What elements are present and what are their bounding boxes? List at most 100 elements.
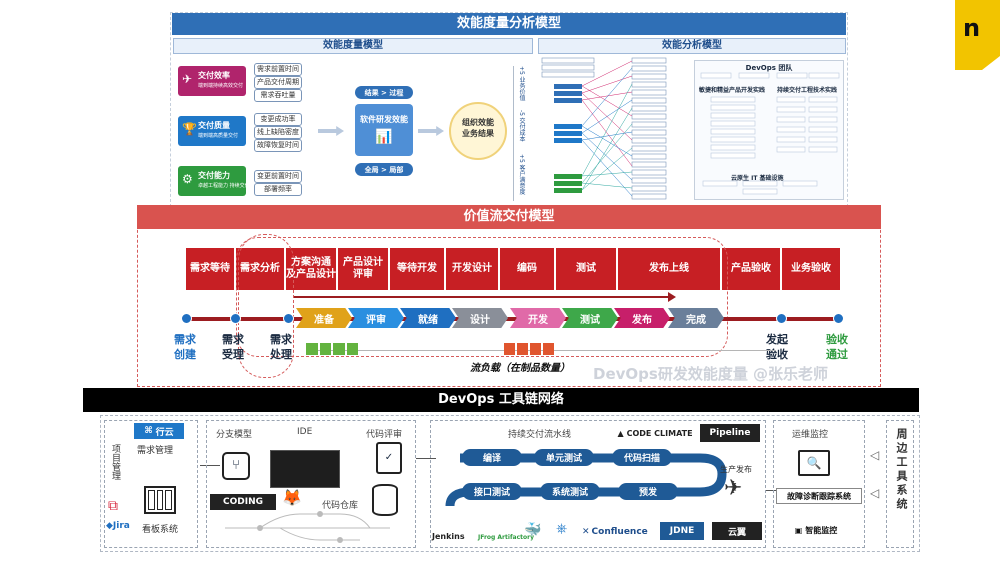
watermark: DevOps研发效能度量 @张乐老师 bbox=[593, 365, 829, 383]
milestone-dot bbox=[833, 313, 844, 324]
vs-stage-chevron: 完成 bbox=[668, 308, 724, 328]
arrow-left-icon: ◁ bbox=[870, 486, 880, 500]
pm-label: 项目管理 bbox=[110, 444, 120, 480]
chart-icon: 📊 bbox=[375, 129, 393, 145]
smart-monitor: ▣ 智能监控 bbox=[786, 522, 846, 538]
vs-stage-chevron: 测试 bbox=[562, 308, 618, 328]
release-label: 生产发布 bbox=[720, 465, 752, 474]
vs-header-cell: 产品验收 bbox=[722, 248, 780, 290]
card-sub: 卓越工程能力 持续交付 bbox=[198, 183, 250, 189]
jenkins-logo: Jenkins bbox=[432, 532, 465, 541]
vs-stage-chevron: 设计 bbox=[452, 308, 508, 328]
trophy-icon: 🏆 bbox=[182, 122, 197, 136]
vs-stage-chevron: 发布 bbox=[614, 308, 670, 328]
jdne-text: JDNE bbox=[669, 526, 695, 536]
gitlab-icon: 🦊 bbox=[282, 488, 302, 507]
center-top-tag: 结果 > 过程 bbox=[355, 86, 413, 99]
kanban-icon bbox=[144, 486, 176, 514]
wip-green bbox=[306, 343, 358, 355]
xingyun-icon: ⌘ bbox=[144, 426, 153, 436]
fault-system: 故障诊断跟踪系统 bbox=[776, 488, 862, 504]
right-model-title: 效能分析模型 bbox=[538, 38, 846, 54]
side-label: +5 业务价值 bbox=[518, 66, 525, 101]
metric-pill: 变更前置时间 bbox=[254, 170, 302, 183]
vs-milestone-label: 验收 通过 bbox=[826, 333, 848, 361]
top-title: 效能度量分析模型 bbox=[172, 13, 846, 35]
ci-node: 代码扫描 bbox=[612, 449, 672, 466]
center-box: 软件研发效能 📊 bbox=[355, 104, 413, 156]
card-sub: 端到端持续高效交付 bbox=[198, 83, 244, 89]
k8s-icon: ⎈ bbox=[556, 521, 568, 537]
pipeline-text: Pipeline bbox=[709, 428, 751, 438]
metric-pill: 产品交付周期 bbox=[254, 76, 302, 89]
git-graph bbox=[225, 511, 390, 543]
confluence-icon: ✕ bbox=[582, 527, 590, 537]
center-label: 软件研发效能 bbox=[360, 115, 408, 124]
timeline-arrow bbox=[294, 296, 672, 298]
milestone-dot bbox=[776, 313, 787, 324]
milestone-dot bbox=[181, 313, 192, 324]
req-mgmt-label: 需求管理 bbox=[137, 446, 174, 456]
wip-red bbox=[504, 343, 554, 355]
kanban-label: 看板系统 bbox=[142, 525, 179, 535]
pipeline-logo: Pipeline bbox=[700, 424, 760, 442]
ops-label: 运维监控 bbox=[792, 430, 829, 440]
ci-node: 单元测试 bbox=[534, 449, 594, 466]
card-label: 交付质量 bbox=[198, 121, 230, 130]
jira-like-icon: ⧉ bbox=[108, 498, 118, 514]
center-bottom-tag: 全局 > 局部 bbox=[355, 163, 413, 176]
vs-stage-chevron: 准备 bbox=[296, 308, 352, 328]
card-label: 交付能力 bbox=[198, 171, 230, 180]
monitor-icon: 🔍 bbox=[798, 450, 830, 476]
branch-icon: ⑂ bbox=[222, 452, 250, 480]
jdne-logo: JDNE bbox=[660, 522, 704, 540]
plane-icon: ✈ bbox=[182, 72, 193, 86]
smart-text: 智能监控 bbox=[805, 525, 838, 535]
vs-header-cell: 需求等待 bbox=[186, 248, 234, 290]
ci-node: 接口测试 bbox=[462, 483, 522, 500]
metric-pill: 需求吞吐量 bbox=[254, 89, 302, 102]
periph-label: 周边工具系统 bbox=[895, 428, 908, 512]
ide-screenshot bbox=[270, 450, 340, 488]
card-label: 交付效率 bbox=[198, 71, 230, 80]
value-stream-title: 价值流交付模型 bbox=[137, 205, 881, 229]
metric-pill: 故障恢复时间 bbox=[254, 139, 302, 152]
review-label: 代码评审 bbox=[366, 430, 403, 440]
yunyi-logo: 云翼 bbox=[712, 522, 762, 540]
vs-stage-chevron: 开发 bbox=[510, 308, 566, 328]
fault-text: 故障诊断跟踪系统 bbox=[787, 491, 851, 501]
docker-icon: 🐳 bbox=[524, 522, 542, 538]
ci-node: 系统测试 bbox=[540, 483, 600, 500]
review-icon: ✓ bbox=[376, 442, 402, 474]
vs-stage-chevron: 就绪 bbox=[400, 308, 456, 328]
arrow-head-icon bbox=[668, 292, 676, 302]
release-icon: ✈ bbox=[724, 476, 743, 501]
jenkins-text: Jenkins bbox=[432, 532, 465, 541]
left-model-title: 效能度量模型 bbox=[173, 38, 533, 54]
jira-text: Jira bbox=[112, 521, 130, 531]
org-circle: 组织效能 业务结果 bbox=[449, 102, 507, 160]
xingyun-text: 行云 bbox=[155, 427, 174, 438]
side-label: +5 客户满意度 bbox=[518, 154, 525, 195]
metric-pill: 线上缺陷密度 bbox=[254, 126, 302, 139]
ci-node: 编译 bbox=[462, 449, 522, 466]
codeclimate-icon: ▲ bbox=[617, 428, 624, 438]
side-labels: +5 业务价值 -5 交付成本 +5 客户满意度 bbox=[513, 66, 529, 201]
gear-icon: ⚙ bbox=[182, 172, 193, 186]
jira-icon: ◆ bbox=[106, 521, 113, 531]
confluence-text: Confluence bbox=[591, 527, 648, 537]
ci-label: 持续交付流水线 bbox=[508, 430, 572, 440]
card-quality: 🏆 交付质量 端到端高质量交付 bbox=[178, 116, 246, 146]
coding-text: CODING bbox=[223, 497, 263, 507]
toolchain-title: DevOps 工具链网络 bbox=[83, 388, 919, 412]
codeclimate-text: CODE CLIMATE bbox=[626, 428, 693, 438]
side-label: -5 交付成本 bbox=[518, 110, 525, 142]
ci-node: 预发 bbox=[618, 483, 678, 500]
vs-milestone-label: 需求 处理 bbox=[270, 333, 292, 361]
milestone-dot bbox=[283, 313, 294, 324]
card-sub: 端到端高质量交付 bbox=[198, 133, 239, 139]
branch-label: 分支模型 bbox=[216, 430, 253, 440]
arrow-left-icon: ◁ bbox=[870, 448, 880, 462]
yunyi-text: 云翼 bbox=[727, 527, 746, 538]
card-capability: ⚙ 交付能力 卓越工程能力 持续交付 bbox=[178, 166, 250, 196]
